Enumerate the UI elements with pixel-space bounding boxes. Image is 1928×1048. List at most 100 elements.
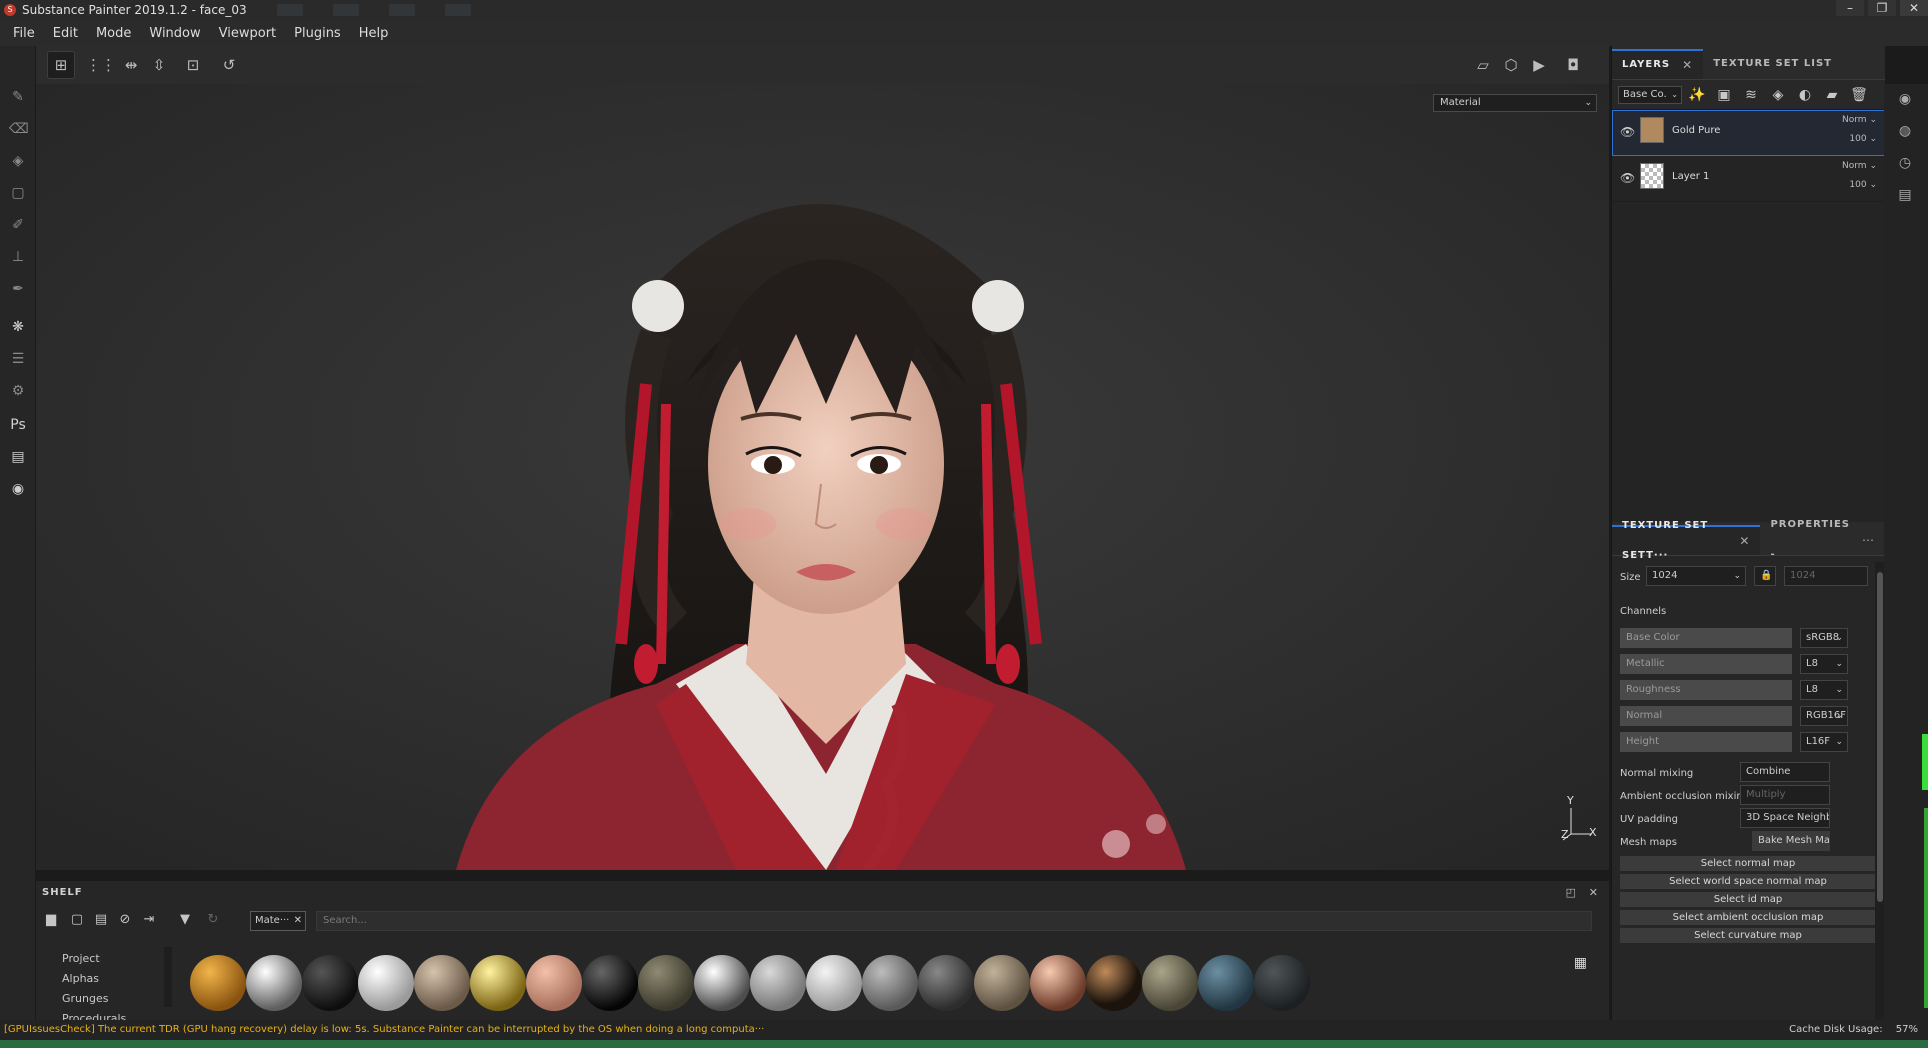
material-thumbnail[interactable] — [806, 955, 862, 1011]
material-thumbnail[interactable] — [638, 955, 694, 1011]
opacity-select[interactable]: 100 ⌄ — [1849, 134, 1877, 144]
material-thumbnail[interactable] — [750, 955, 806, 1011]
channel-format-select[interactable]: L8 ⌄ — [1800, 680, 1848, 700]
mirror-x-icon[interactable]: ⇹ — [118, 52, 144, 78]
menu-help[interactable]: Help — [350, 26, 398, 41]
layer-stack-icon[interactable]: ☰ — [9, 350, 27, 368]
normal-mixing-select[interactable]: Combine — [1740, 762, 1830, 782]
clone-stamp-icon[interactable]: ⊥ — [9, 248, 27, 266]
uv-3d-view-icon[interactable]: ⊞ — [47, 51, 75, 79]
material-thumbnail[interactable] — [582, 955, 638, 1011]
category-scrollbar[interactable] — [164, 947, 172, 1007]
display-settings-icon[interactable]: ◉ — [1896, 90, 1914, 108]
delete-layer-icon[interactable]: 🗑 — [1847, 87, 1871, 103]
document-icon[interactable]: ▤ — [9, 448, 27, 466]
channel-format-select[interactable]: L8 ⌄ — [1800, 654, 1848, 674]
material-thumbnail[interactable] — [246, 955, 302, 1011]
visibility-eye-icon[interactable]: 👁 — [1620, 125, 1635, 139]
material-thumbnail[interactable] — [862, 955, 918, 1011]
settings-cog-icon[interactable]: ⚙ — [9, 382, 27, 400]
save-icon[interactable]: ▤ — [92, 912, 110, 927]
tab-texture-set-list[interactable]: TEXTURE SET LIST — [1703, 49, 1842, 79]
grid-view-icon[interactable]: ⋮⋮ — [86, 52, 116, 78]
add-fill-layer-icon[interactable]: ◈ — [1766, 87, 1790, 103]
close-icon[interactable]: ✕ — [1739, 526, 1750, 556]
menu-edit[interactable]: Edit — [44, 26, 87, 41]
layer-row[interactable]: 👁 Layer 1 Norm ⌄ 100 ⌄ — [1612, 156, 1885, 202]
shelf-search-input[interactable]: Search... — [316, 911, 1592, 931]
filter-icon[interactable]: ▼ — [176, 912, 194, 927]
material-thumbnail[interactable] — [1030, 955, 1086, 1011]
material-thumbnail[interactable] — [414, 955, 470, 1011]
material-thumbnail[interactable] — [190, 955, 246, 1011]
ao-mixing-select[interactable]: Multiply — [1740, 785, 1830, 805]
size-lock-button[interactable]: 🔒 — [1754, 566, 1776, 586]
select-normal-map-button[interactable]: Select normal map — [1620, 856, 1876, 871]
shelf-category-item[interactable]: Project — [50, 949, 180, 969]
more-options-icon[interactable]: ⋯ — [1862, 525, 1875, 555]
add-mask-icon[interactable]: ▣ — [1712, 87, 1736, 103]
minimize-button[interactable]: – — [1836, 0, 1864, 16]
screenshot-camera-icon[interactable]: ◘ — [1560, 52, 1586, 78]
paint-brush-icon[interactable]: ✎ — [9, 88, 27, 106]
close-icon[interactable]: ✕ — [1589, 881, 1599, 905]
add-folder-icon[interactable]: ▰ — [1820, 87, 1844, 103]
material-thumbnail[interactable] — [1254, 955, 1310, 1011]
bake-icon[interactable]: ❋ — [9, 318, 27, 336]
menu-file[interactable]: File — [4, 26, 44, 41]
menu-plugins[interactable]: Plugins — [285, 26, 350, 41]
grid-view-icon[interactable]: ▦ — [1574, 955, 1587, 971]
material-thumbnail[interactable] — [358, 955, 414, 1011]
2d-view-icon[interactable]: ▱ — [1470, 52, 1496, 78]
add-mask-color-icon[interactable]: ◐ — [1793, 87, 1817, 103]
camera-record-icon[interactable]: ▶ — [1526, 52, 1552, 78]
menu-mode[interactable]: Mode — [87, 26, 140, 41]
material-thumbnail[interactable] — [694, 955, 750, 1011]
bake-mesh-maps-button[interactable]: Bake Mesh Map — [1752, 831, 1830, 851]
select-curvature-map-button[interactable]: Select curvature map — [1620, 928, 1876, 943]
3d-cube-icon[interactable]: ⬡ — [1498, 52, 1524, 78]
visibility-eye-icon[interactable]: 👁 — [1620, 171, 1635, 185]
close-button[interactable]: ✕ — [1900, 0, 1928, 16]
layer-row[interactable]: 👁 Gold Pure Norm ⌄ 100 ⌄ — [1612, 110, 1885, 156]
log-icon[interactable]: ▤ — [1896, 186, 1914, 204]
refresh-icon[interactable]: ↻ — [204, 912, 222, 927]
blend-mode-select[interactable]: Norm ⌄ — [1842, 115, 1877, 125]
shelf-category-item[interactable]: Alphas — [50, 969, 180, 989]
select-world-space-normal-map-button[interactable]: Select world space normal map — [1620, 874, 1876, 889]
polygon-fill-icon[interactable]: ▢ — [9, 184, 27, 202]
material-thumbnail[interactable] — [526, 955, 582, 1011]
close-icon[interactable]: ✕ — [294, 912, 302, 930]
select-id-map-button[interactable]: Select id map — [1620, 892, 1876, 907]
mirror-y-icon[interactable]: ⇳ — [146, 52, 172, 78]
float-panel-icon[interactable]: ◰ — [1566, 881, 1577, 905]
uv-padding-select[interactable]: 3D Space Neighbor — [1740, 808, 1830, 828]
material-thumbnail[interactable] — [918, 955, 974, 1011]
smudge-icon[interactable]: ✐ — [9, 216, 27, 234]
material-thumbnail[interactable] — [470, 955, 526, 1011]
blend-mode-select[interactable]: Norm ⌄ — [1842, 161, 1877, 171]
environment-icon[interactable]: ◍ — [1896, 122, 1914, 140]
add-effect-icon[interactable]: ✨ — [1685, 87, 1709, 103]
color-picker-icon[interactable]: ✒ — [9, 280, 27, 298]
tab-properties[interactable]: PROPERTIES - ⋯ — [1760, 519, 1885, 560]
add-frame-icon[interactable]: ⊡ — [180, 52, 206, 78]
folder-icon[interactable]: ▆ — [42, 912, 60, 927]
menu-viewport[interactable]: Viewport — [210, 26, 286, 41]
select-ao-map-button[interactable]: Select ambient occlusion map — [1620, 910, 1876, 925]
channel-format-select[interactable]: sRGB8 ⌄ — [1800, 628, 1848, 648]
scrollbar-thumb[interactable] — [1877, 572, 1883, 902]
channel-format-select[interactable]: RGB16F ⌄ — [1800, 706, 1848, 726]
new-file-icon[interactable]: ▢ — [68, 912, 86, 927]
material-thumbnail[interactable] — [302, 955, 358, 1011]
material-thumbnail[interactable] — [1142, 955, 1198, 1011]
display-mode-select[interactable]: Material ⌄ — [1433, 94, 1597, 112]
material-thumbnail[interactable] — [1086, 955, 1142, 1011]
opacity-select[interactable]: 100 ⌄ — [1849, 180, 1877, 190]
size-select[interactable]: 1024 ⌄ — [1646, 566, 1746, 586]
3d-viewport[interactable]: Material ⌄ Y X Z — [36, 84, 1609, 870]
channel-select[interactable]: Base Co. ⌄ — [1618, 85, 1682, 104]
filter-chip[interactable]: Mate··· ✕ — [250, 911, 306, 931]
channel-format-select[interactable]: L16F ⌄ — [1800, 732, 1848, 752]
close-icon[interactable]: ✕ — [1682, 50, 1693, 80]
